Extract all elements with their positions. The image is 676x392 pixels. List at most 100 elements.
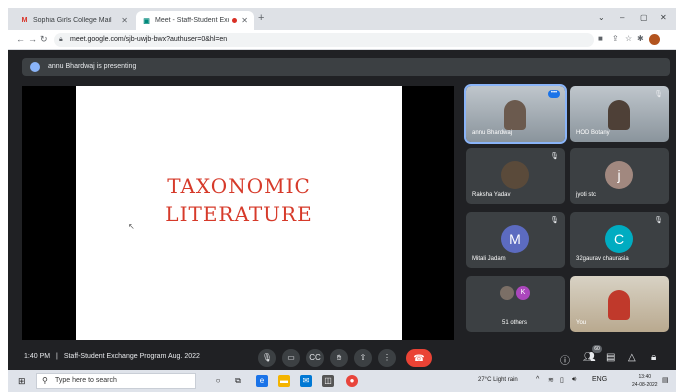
participant-name: Raksha Yadav xyxy=(472,192,511,198)
gmail-icon: M xyxy=(21,17,28,24)
chevron-up-icon[interactable]: ^ xyxy=(536,376,539,383)
participant-name: 32gaurav chaurasia xyxy=(576,256,629,262)
participant-name: 51 others xyxy=(502,320,528,326)
more-options-icon[interactable]: ••• xyxy=(548,90,560,98)
volume-icon[interactable]: 🔊︎ xyxy=(572,376,576,384)
self-tile[interactable]: You xyxy=(570,276,669,332)
participant-tile[interactable]: j jyoti stc xyxy=(570,148,669,204)
mic-off-icon: 🎙︎ xyxy=(550,153,559,160)
presenting-banner: annu Bhardwaj is presenting xyxy=(22,58,670,76)
tab-title: Meet - Staff-Student Exchan xyxy=(155,17,229,24)
participant-tile[interactable]: M 🎙︎ Mitali Jadam xyxy=(466,212,565,268)
camera-icon[interactable]: ■ xyxy=(598,34,603,43)
url-field[interactable]: 🔒︎ meet.google.com/sjb-uwjb-bwx?authuser… xyxy=(54,33,594,47)
clock-time: 13:40 xyxy=(638,374,652,380)
task-view-icon[interactable]: ⧉ xyxy=(232,375,244,387)
lock-icon: 🔒︎ xyxy=(59,36,63,43)
avatar xyxy=(30,62,40,72)
mic-icon[interactable]: 🎙︎ xyxy=(258,349,276,367)
close-window-button[interactable]: ✕ xyxy=(660,13,667,22)
host-controls-icon[interactable]: 🔒︎ xyxy=(651,352,656,363)
search-placeholder: Type here to search xyxy=(55,377,117,384)
separator: | xyxy=(56,353,58,360)
meeting-time: 1:40 PM xyxy=(24,353,51,360)
activities-icon[interactable]: △ xyxy=(628,352,636,363)
participant-video xyxy=(608,100,630,130)
meeting-info: 1:40 PM | Staff-Student Exchange Program… xyxy=(24,353,200,360)
chevron-down-icon[interactable]: ⌄ xyxy=(598,13,605,22)
clock-date: 24-08-2022 xyxy=(632,382,658,388)
avatar[interactable] xyxy=(649,34,660,45)
forward-icon[interactable]: → xyxy=(28,34,37,44)
tab-meet[interactable]: ▣ Meet - Staff-Student Exchan ✕ xyxy=(136,11,254,30)
maximize-button[interactable]: ▢ xyxy=(640,13,648,22)
address-bar-row: ← → ↻ 🔒︎ meet.google.com/sjb-uwjb-bwx?au… xyxy=(8,30,676,50)
captions-icon[interactable]: CC xyxy=(306,349,324,367)
participant-name: jyoti stc xyxy=(576,192,597,198)
taskbar-search-input[interactable]: ⚲ Type here to search xyxy=(36,373,196,389)
participant-tile[interactable]: ••• annu Bhardwaj xyxy=(464,84,567,144)
new-tab-button[interactable]: + xyxy=(258,12,264,24)
mic-off-icon: 🎙︎ xyxy=(654,91,663,98)
weather-widget[interactable]: 27°C Light rain xyxy=(478,377,518,383)
meeting-title: Staff-Student Exchange Program Aug. 2022 xyxy=(63,353,200,360)
chrome-icon[interactable]: ● xyxy=(346,375,358,387)
mic-off-icon: 🎙︎ xyxy=(550,217,559,224)
share-icon[interactable]: ⇪ xyxy=(612,34,619,43)
close-icon[interactable]: ✕ xyxy=(241,16,248,25)
camera-icon[interactable]: ▭ xyxy=(282,349,300,367)
recording-indicator-icon xyxy=(232,18,238,23)
chat-icon[interactable]: ▤ xyxy=(606,352,615,363)
people-icon[interactable]: 👥︎ xyxy=(583,352,596,363)
slide: TAXONOMIC LITERATURE ↖ xyxy=(76,86,402,340)
cursor-icon: ↖ xyxy=(128,222,135,231)
more-options-icon[interactable]: ⋮ xyxy=(378,349,396,367)
avatar: j xyxy=(605,161,633,189)
minimize-button[interactable]: – xyxy=(620,13,624,22)
windows-start-icon[interactable]: ⊞ xyxy=(18,376,26,387)
mail-icon[interactable]: ✉ xyxy=(300,375,312,387)
language-indicator[interactable]: ENG xyxy=(592,376,607,383)
browser-window: M Sophia Girls College Mail ✕ ▣ Meet - S… xyxy=(8,8,676,392)
presenting-text: annu Bhardwaj is presenting xyxy=(48,63,137,70)
participant-name: annu Bhardwaj xyxy=(472,130,513,136)
meet-icon: ▣ xyxy=(143,17,150,25)
url-text: meet.google.com/sjb-uwjb-bwx?authuser=0&… xyxy=(70,36,228,43)
mic-off-icon: 🎙︎ xyxy=(654,217,663,224)
end-call-button[interactable]: ☎︎ xyxy=(406,349,432,367)
slide-title: TAXONOMIC LITERATURE xyxy=(165,174,313,226)
notifications-icon[interactable]: ▤ xyxy=(662,376,669,384)
close-icon[interactable]: ✕ xyxy=(121,16,128,25)
meeting-controls-bar: 1:40 PM | Staff-Student Exchange Program… xyxy=(8,344,676,370)
clock[interactable]: 13:40 24-08-2022 xyxy=(632,373,658,389)
participant-video xyxy=(608,290,630,320)
avatar xyxy=(500,286,514,300)
wifi-icon[interactable]: ≋ xyxy=(548,376,554,384)
tab-title: Sophia Girls College Mail xyxy=(33,17,112,24)
extensions-icon[interactable]: ✱ xyxy=(637,34,644,43)
present-icon[interactable]: ⇧ xyxy=(354,349,372,367)
avatar: K xyxy=(516,286,530,300)
edge-icon[interactable]: e xyxy=(256,375,268,387)
participant-tile[interactable]: 🎙︎ Raksha Yadav xyxy=(466,148,565,204)
participant-name: HOD Botany xyxy=(576,130,610,136)
avatar: C xyxy=(605,225,633,253)
participant-name: You xyxy=(576,320,587,326)
participant-tile[interactable]: 🎙︎ HOD Botany xyxy=(570,86,669,142)
reload-icon[interactable]: ↻ xyxy=(40,34,48,45)
file-explorer-icon[interactable]: ▬ xyxy=(278,375,290,387)
participant-tile[interactable]: C 🎙︎ 32gaurav chaurasia xyxy=(570,212,669,268)
battery-icon[interactable]: ▯ xyxy=(560,376,564,384)
participant-video xyxy=(504,100,526,130)
presentation-area: TAXONOMIC LITERATURE ↖ xyxy=(22,86,454,340)
tab-gmail[interactable]: M Sophia Girls College Mail ✕ xyxy=(14,11,134,30)
tab-strip: M Sophia Girls College Mail ✕ ▣ Meet - S… xyxy=(8,8,676,30)
taskbar: ⊞ ⚲ Type here to search ○ ⧉ e ▬ ✉ ◫ ● 27… xyxy=(8,370,676,392)
store-icon[interactable]: ◫ xyxy=(322,375,334,387)
back-icon[interactable]: ← xyxy=(16,34,25,44)
info-icon[interactable]: ⓘ xyxy=(560,352,570,367)
star-icon[interactable]: ☆ xyxy=(625,34,632,43)
cortana-icon[interactable]: ○ xyxy=(212,375,224,387)
raise-hand-icon[interactable]: ✋︎ xyxy=(330,349,348,367)
others-tile[interactable]: K 51 others xyxy=(466,276,565,332)
